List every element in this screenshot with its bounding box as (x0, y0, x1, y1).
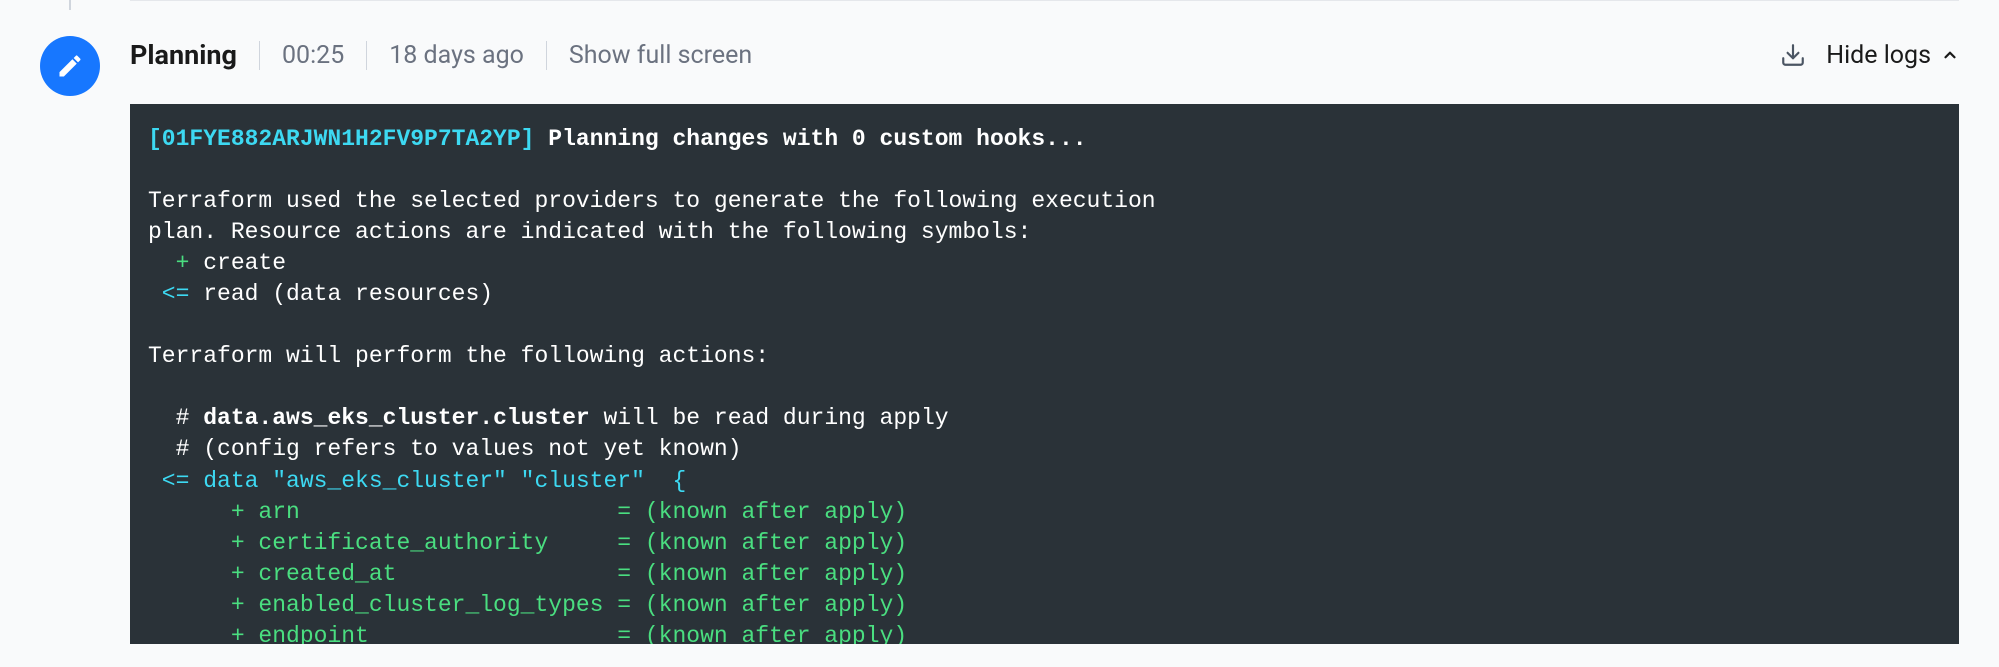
step-icon-circle (40, 36, 100, 96)
hide-logs-label: Hide logs (1826, 41, 1931, 70)
step-time-ago: 18 days ago (366, 41, 546, 70)
pencil-icon (56, 52, 84, 80)
step-title: Planning (130, 39, 259, 71)
download-icon[interactable] (1780, 42, 1806, 68)
step-header: Planning 00:25 18 days ago Show full scr… (130, 30, 1959, 80)
terminal-output: [01FYE882ARJWN1H2FV9P7TA2YP] Planning ch… (130, 104, 1959, 644)
chevron-up-icon (1941, 46, 1959, 64)
step-duration: 00:25 (259, 41, 366, 70)
show-full-screen-button[interactable]: Show full screen (546, 41, 752, 70)
run-id: [01FYE882ARJWN1H2FV9P7TA2YP] (148, 126, 534, 152)
hide-logs-button[interactable]: Hide logs (1826, 41, 1959, 70)
